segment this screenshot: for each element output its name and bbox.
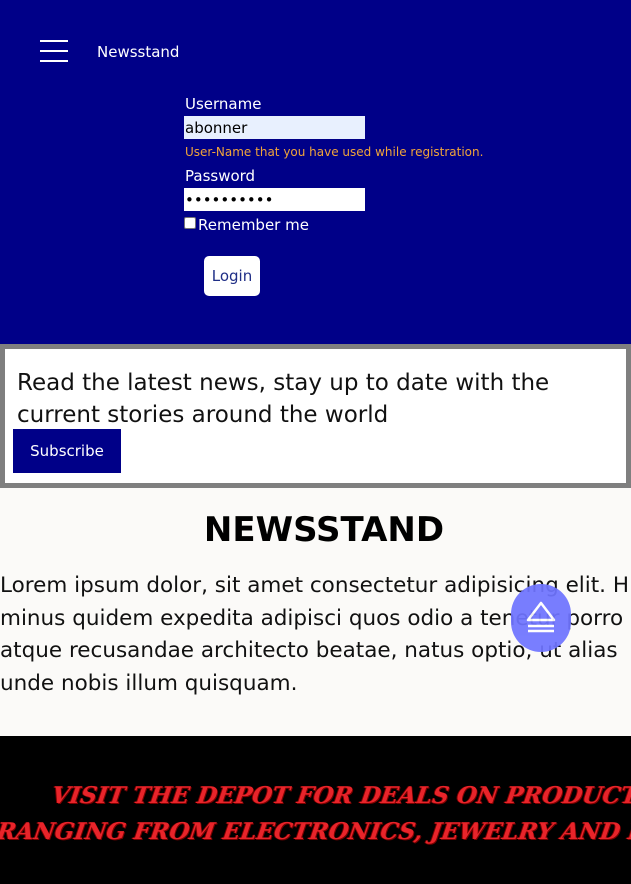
article-title: NEWSSTAND xyxy=(203,510,445,550)
username-label: Username xyxy=(185,95,262,113)
eject-up-arrow-icon xyxy=(526,601,556,633)
promo-line: RANGING FROM ELECTRONICS, JEWELRY AND MO… xyxy=(0,818,631,845)
scroll-to-top-button[interactable] xyxy=(511,584,571,652)
username-hint: User-Name that you have used while regis… xyxy=(185,145,484,159)
subscribe-panel: Read the latest news, stay up to date wi… xyxy=(0,344,631,488)
remember-me-checkbox[interactable] xyxy=(184,217,196,229)
login-header-section: Newsstand Username User-Name that you ha… xyxy=(0,0,631,344)
subscribe-text: Read the latest news, stay up to date wi… xyxy=(17,370,550,428)
subscribe-button[interactable]: Subscribe xyxy=(13,429,121,473)
brand-title[interactable]: Newsstand xyxy=(97,43,179,61)
username-field[interactable] xyxy=(184,116,365,139)
hamburger-menu-icon[interactable] xyxy=(40,40,68,62)
promo-line: VISIT THE DEPOT FOR DEALS ON PRODUCTS xyxy=(50,782,631,809)
remember-me-label[interactable]: Remember me xyxy=(198,216,309,234)
password-label: Password xyxy=(185,167,256,185)
article-line: unde nobis illum quisquam. xyxy=(0,670,298,696)
password-field[interactable] xyxy=(184,188,365,211)
promo-banner: VISIT THE DEPOT FOR DEALS ON PRODUCTS RA… xyxy=(0,736,631,884)
login-button[interactable]: Login xyxy=(204,256,260,296)
